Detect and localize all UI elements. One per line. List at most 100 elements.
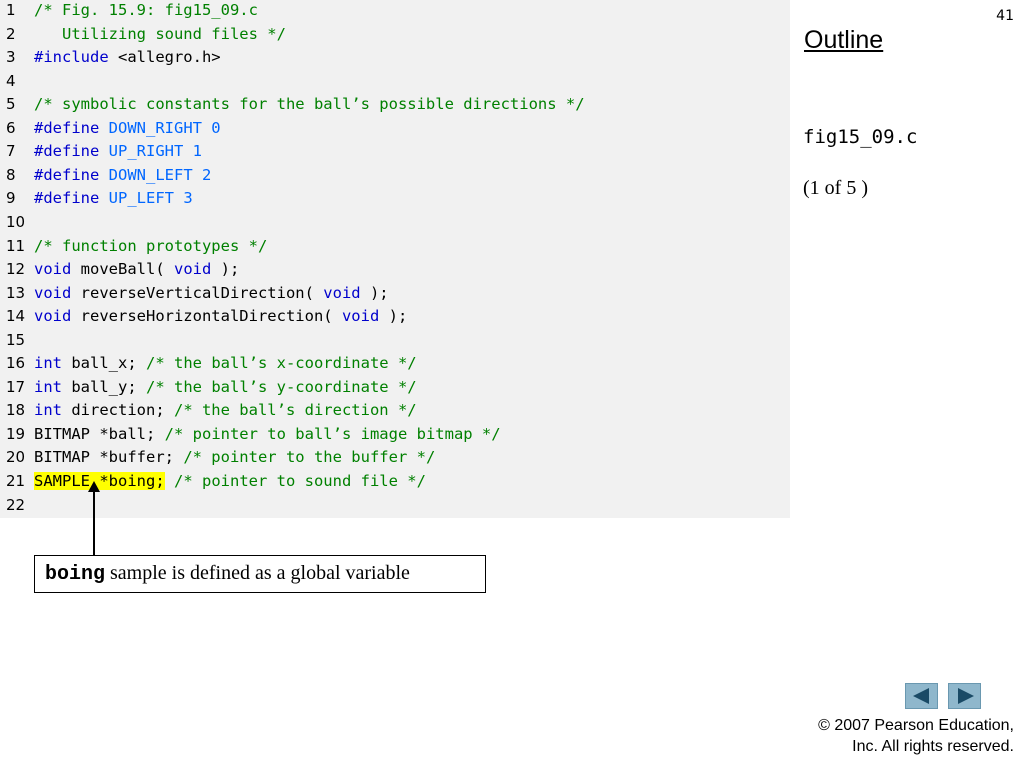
code-token: #define [34,189,100,208]
code-token: #define [34,165,100,184]
code-line: 5 /* symbolic constants for the ball’s po… [0,95,790,119]
code-token: /* Fig. 15.9: fig15_09.c [34,1,258,19]
copyright: © 2007 Pearson Education, Inc. All right… [818,715,1014,757]
triangle-left-icon [913,688,929,704]
code-token: Utilizing sound files */ [34,24,286,43]
code-token: moveBall( [71,260,174,279]
code-token: void [173,260,212,279]
code-line: 20 BITMAP *buffer; /* pointer to the buff… [0,448,790,472]
line-number: 20 [6,448,26,467]
code-token: UP_LEFT 3 [99,189,193,208]
page-number: 41 [996,8,1014,24]
line-number: 21 [6,472,26,490]
line-number: 5 [6,95,16,114]
line-number: 1 [6,1,16,19]
callout-code: boing [45,563,106,586]
code-text: #define DOWN_LEFT 2 [34,166,211,184]
line-number: 22 [6,495,26,514]
code-token: UP_RIGHT 1 [99,142,202,161]
code-token: /* pointer to sound file */ [174,472,426,490]
line-number: 10 [6,212,26,231]
code-token: void [34,283,72,302]
code-line: 13 void reverseVerticalDirection( void ); [0,284,790,308]
line-number: 4 [6,71,16,90]
copyright-line-2: Inc. All rights reserved. [852,738,1014,755]
code-line: 17 int ball_y; /* the ball’s y-coordinate… [0,378,790,402]
code-text: void moveBall( void ); [34,260,239,278]
code-token: /* the ball’s x-coordinate */ [146,354,417,373]
line-number: 2 [6,24,16,43]
line-number: 8 [6,165,16,184]
code-text: void reverseVerticalDirection( void ); [34,284,389,302]
code-token: ); [211,260,240,279]
code-token: void [341,307,380,326]
code-token: #include [34,48,109,67]
code-text: /* function prototypes */ [34,237,267,255]
code-token: ); [379,307,408,326]
code-line: 12 void moveBall( void ); [0,260,790,284]
next-slide-button[interactable] [948,683,981,709]
code-text: BITMAP *ball; /* pointer to ball’s image… [34,425,501,443]
code-text: void reverseHorizontalDirection( void ); [34,307,407,325]
line-number: 12 [6,260,26,279]
code-token: /* the ball’s direction */ [173,401,417,420]
code-token: ball_y; [62,377,146,396]
line-number: 13 [6,283,26,302]
code-token: void [323,283,361,302]
code-line: 11 /* function prototypes */ [0,237,790,261]
code-token: void [34,260,72,279]
code-text: #define DOWN_RIGHT 0 [34,119,221,137]
code-line: 8 #define DOWN_LEFT 2 [0,166,790,190]
code-line: 14 void reverseHorizontalDirection( void … [0,307,790,331]
page-indicator: (1 of 5 ) [803,177,868,199]
file-name: fig15_09.c [803,126,918,148]
code-token: int [34,401,62,420]
code-token: void [34,307,72,326]
outline-title: Outline [804,26,884,54]
code-line: 3 #include <allegro.h> [0,48,790,72]
line-number: 18 [6,401,26,420]
code-token: ball_x; [62,354,146,373]
code-token: reverseHorizontalDirection( [71,307,342,326]
code-token: int [34,354,62,373]
code-line: 15 [0,331,790,355]
code-line: 4 [0,72,790,96]
code-line: 6 #define DOWN_RIGHT 0 [0,119,790,143]
code-line: 21 SAMPLE *boing; /* pointer to sound fil… [0,472,790,496]
line-number: 7 [6,142,16,161]
line-number: 16 [6,354,26,373]
code-token: #define [34,118,100,137]
previous-slide-button[interactable] [905,683,938,709]
code-line: 16 int ball_x; /* the ball’s x-coordinate… [0,354,790,378]
code-line: 2 Utilizing sound files */ [0,25,790,49]
line-number: 3 [6,48,16,67]
line-number: 11 [6,236,26,255]
code-token: #define [34,142,100,161]
line-number: 9 [6,189,16,208]
code-token: <allegro.h> [108,48,221,67]
code-token: int [34,377,62,396]
code-token: /* symbolic constants for the ball’s pos… [34,95,585,114]
code-token: DOWN_RIGHT 0 [99,118,221,137]
code-line: 18 int direction; /* the ball’s direction… [0,401,790,425]
line-number: 15 [6,330,26,349]
code-text: #define UP_LEFT 3 [34,189,193,207]
code-token: /* pointer to ball’s image bitmap */ [164,424,501,443]
code-line: 7 #define UP_RIGHT 1 [0,142,790,166]
callout-text: sample is defined as a global variable [105,562,410,584]
code-text: /* symbolic constants for the ball’s pos… [34,95,585,113]
code-token: BITMAP *buffer; [34,448,184,467]
code-text: int ball_y; /* the ball’s y-coordinate *… [34,378,417,396]
line-number: 17 [6,377,26,396]
code-text: #define UP_RIGHT 1 [34,142,202,160]
line-number: 6 [6,118,16,137]
code-token: /* the ball’s y-coordinate */ [146,377,417,396]
code-token: direction; [62,401,174,420]
code-token: DOWN_LEFT 2 [99,165,212,184]
code-line: 1 /* Fig. 15.9: fig15_09.c [0,1,790,25]
code-panel: 1 /* Fig. 15.9: fig15_09.c 2 Utilizing sou… [0,0,790,518]
copyright-line-1: © 2007 Pearson Education, [818,717,1014,734]
code-text: BITMAP *buffer; /* pointer to the buffer… [34,448,435,466]
code-token: BITMAP *ball; [34,424,165,443]
